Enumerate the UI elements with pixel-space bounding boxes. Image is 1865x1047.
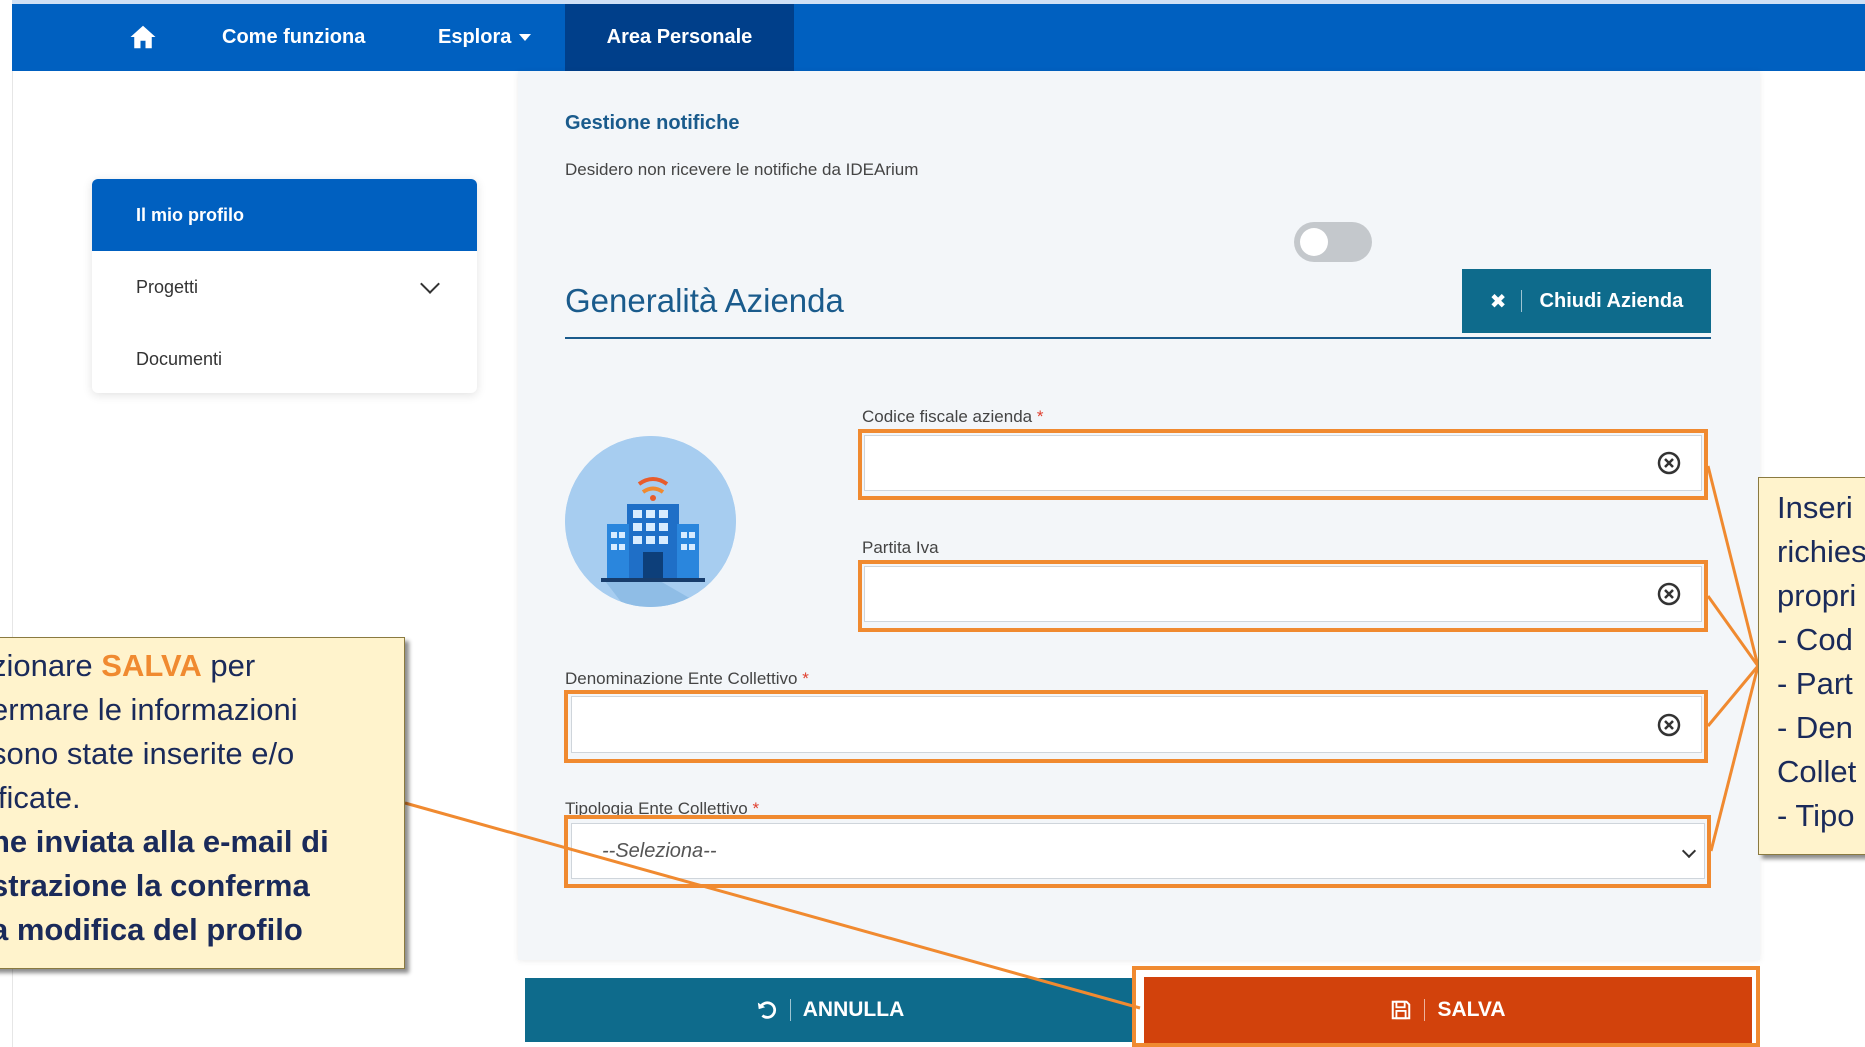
save-instruction-callout: zionare SALVA per ermare le informazioni…	[0, 637, 405, 969]
nav-area-personale[interactable]: Area Personale	[565, 4, 794, 71]
section-divider	[565, 337, 1711, 339]
denominazione-label-text: Denominazione Ente Collettivo	[565, 669, 798, 688]
close-icon: ✖	[1489, 290, 1507, 313]
required-marker: *	[752, 799, 760, 818]
codice-fiscale-input[interactable]	[864, 435, 1702, 491]
sidebar-menu: Il mio profilo Progetti Documenti	[92, 179, 477, 393]
fields-instruction-callout: Inseri richies propri - Cod - Part - Den…	[1758, 477, 1865, 855]
clear-icon[interactable]	[1657, 713, 1681, 737]
callout-text: per	[201, 648, 256, 683]
caret-down-icon	[519, 34, 532, 42]
undo-icon	[757, 1001, 776, 1019]
save-button[interactable]: SALVA	[1144, 977, 1752, 1043]
save-icon	[1392, 1000, 1411, 1020]
partita-iva-label: Partita Iva	[862, 538, 939, 557]
home-icon[interactable]	[128, 22, 158, 52]
callout-line: richies	[1777, 534, 1865, 569]
cancel-button[interactable]: ANNULLA	[525, 978, 1135, 1042]
callout-line: - Tipo	[1777, 798, 1855, 833]
sidebar-item-label: Progetti	[136, 277, 199, 297]
company-building-icon	[565, 436, 736, 607]
callout-line: ne inviata alla e-mail di	[0, 824, 329, 859]
required-marker: *	[802, 669, 809, 688]
save-label: SALVA	[1437, 998, 1506, 1021]
nav-esplora[interactable]: Esplora	[438, 4, 532, 71]
callout-line: - Cod	[1777, 622, 1853, 657]
tipologia-selected-value: --Seleziona--	[602, 840, 717, 862]
nav-come-funziona[interactable]: Come funziona	[222, 4, 365, 71]
tipologia-select[interactable]: --Seleziona--	[571, 823, 1705, 879]
denominazione-input[interactable]	[571, 696, 1702, 753]
notifications-description: Desidero non ricevere le notifiche da ID…	[565, 160, 919, 179]
cancel-label: ANNULLA	[802, 998, 905, 1021]
callout-line: a modifica del profilo	[0, 912, 303, 947]
sidebar-item-progetti[interactable]: Progetti	[92, 251, 477, 323]
callout-line: sono state inserite e/o	[0, 736, 295, 771]
close-company-button[interactable]: ✖ Chiudi Azienda	[1462, 269, 1711, 333]
button-separator	[1520, 290, 1522, 312]
close-company-label: Chiudi Azienda	[1539, 289, 1684, 312]
sidebar-item-documenti[interactable]: Documenti	[92, 323, 477, 393]
callout-line: strazione la conferma	[0, 868, 310, 903]
nav-esplora-label: Esplora	[438, 26, 512, 48]
clear-icon[interactable]	[1657, 451, 1681, 475]
notifications-toggle[interactable]	[1294, 222, 1372, 262]
callout-accent: SALVA	[101, 648, 202, 683]
callout-line: Collet	[1777, 754, 1857, 789]
button-separator	[789, 999, 791, 1021]
company-section-title: Generalità Azienda	[565, 282, 844, 319]
callout-line: Inseri	[1777, 490, 1853, 525]
top-navigation: Come funziona Esplora Area Personale	[12, 0, 1865, 71]
callout-line: ificate.	[0, 780, 81, 815]
toggle-knob	[1300, 228, 1328, 256]
chevron-down-icon	[420, 274, 440, 294]
tipologia-label: Tipologia Ente Collettivo *	[565, 799, 759, 819]
tipologia-label-text: Tipologia Ente Collettivo	[565, 799, 748, 818]
sidebar-item-profilo[interactable]: Il mio profilo	[92, 179, 477, 251]
callout-line: - Den	[1777, 710, 1853, 745]
codice-fiscale-label-text: Codice fiscale azienda	[862, 407, 1033, 426]
codice-fiscale-label: Codice fiscale azienda *	[862, 407, 1043, 427]
notifications-title: Gestione notifiche	[565, 112, 740, 134]
callout-line: zionare SALVA per	[0, 644, 404, 688]
callout-text: zionare	[0, 648, 102, 683]
chevron-down-icon	[1681, 843, 1697, 859]
callout-line: ermare le informazioni	[0, 692, 298, 727]
button-separator	[1424, 999, 1426, 1021]
clear-icon[interactable]	[1657, 582, 1681, 606]
required-marker: *	[1036, 407, 1044, 426]
denominazione-label: Denominazione Ente Collettivo *	[565, 669, 809, 689]
partita-iva-input[interactable]	[864, 566, 1702, 622]
callout-line: propri	[1777, 578, 1857, 613]
callout-line: - Part	[1777, 666, 1853, 701]
